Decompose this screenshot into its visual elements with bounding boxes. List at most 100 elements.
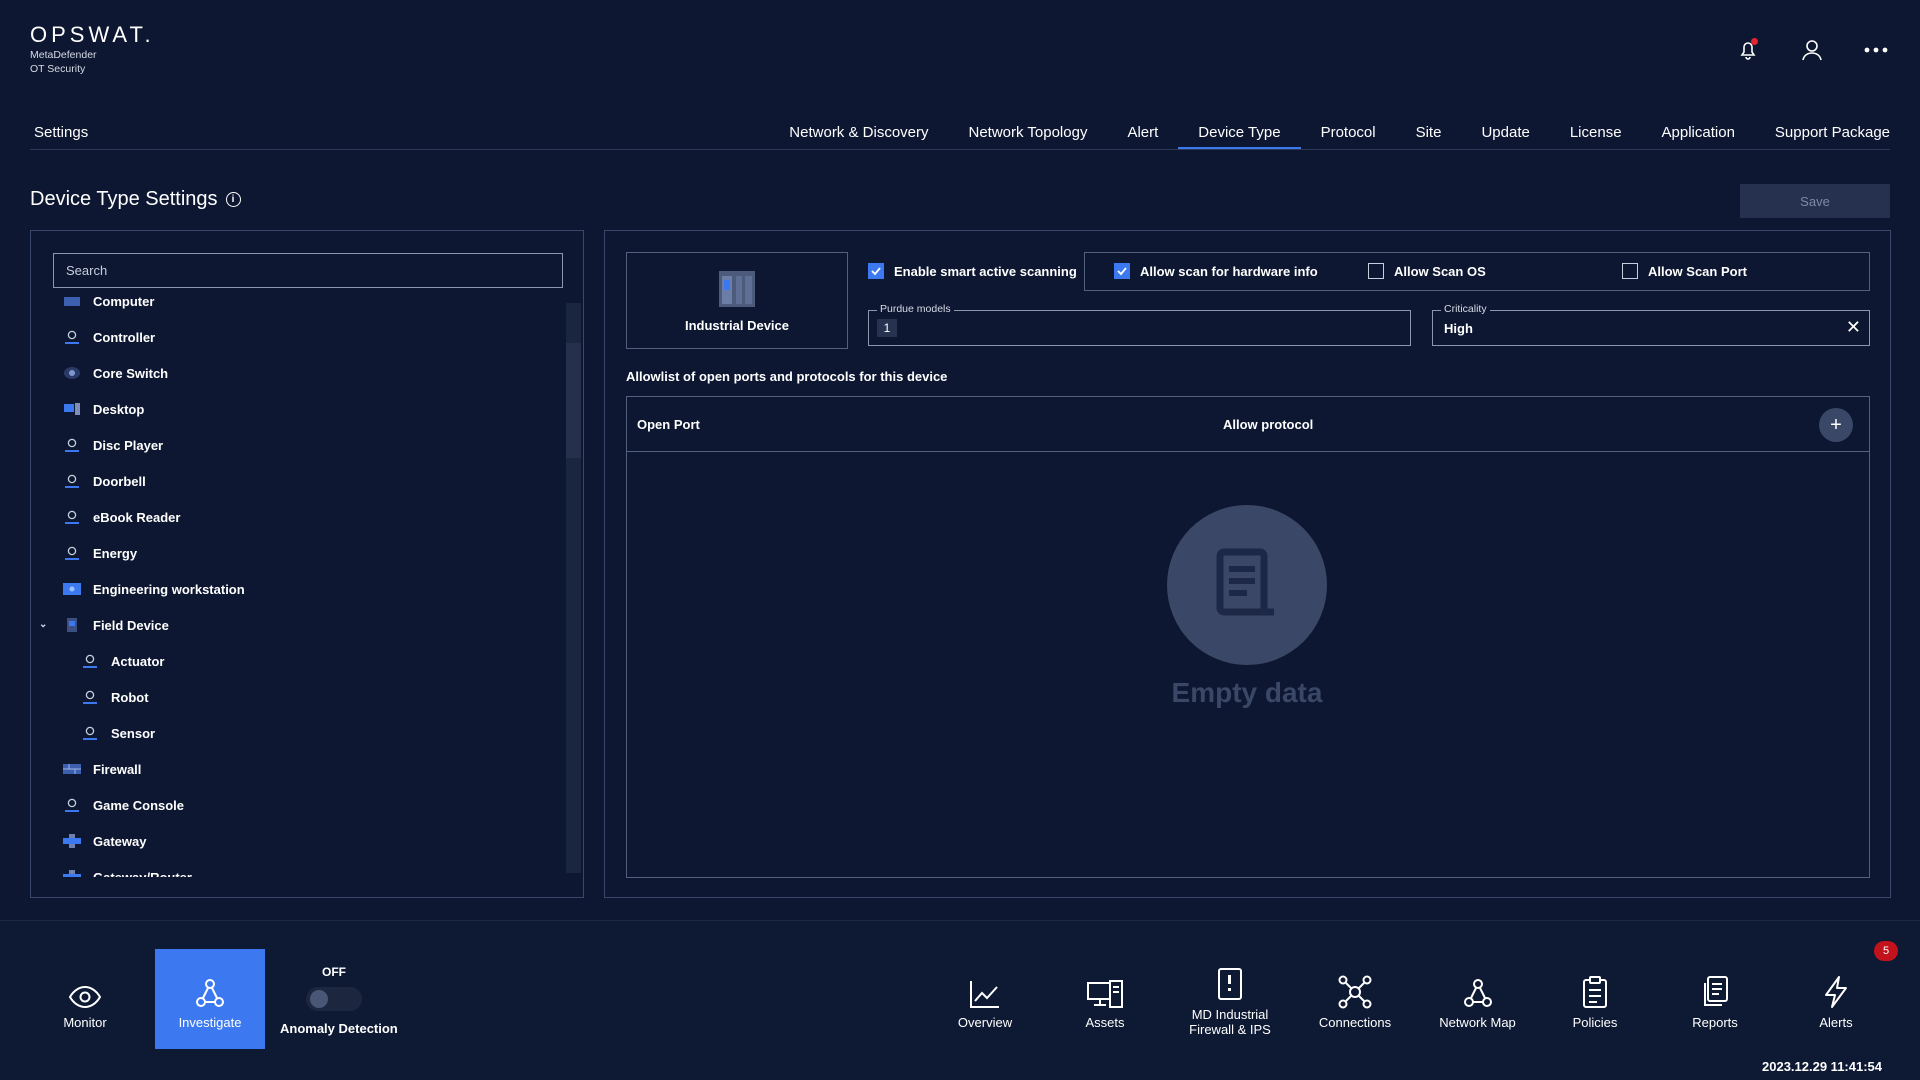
user-icon[interactable] <box>1798 36 1826 64</box>
allowlist-heading: Allowlist of open ports and protocols fo… <box>626 369 948 384</box>
industrial-device-icon <box>719 271 755 307</box>
bell-icon[interactable] <box>1734 36 1762 64</box>
purdue-chip[interactable]: 1 <box>877 319 897 337</box>
list-item[interactable]: Gateway <box>63 823 146 859</box>
connections-icon <box>1338 975 1372 1008</box>
brand-name: OPSWAT. <box>30 22 155 47</box>
person-icon <box>81 690 99 704</box>
list-item[interactable]: Game Console <box>63 787 184 823</box>
tab-network-discovery[interactable]: Network & Discovery <box>769 124 948 149</box>
col-allow-protocol: Allow protocol <box>1223 417 1314 432</box>
tab-protocol[interactable]: Protocol <box>1301 124 1396 149</box>
list-item[interactable]: ⌄ Field Device <box>39 607 169 643</box>
purdue-models-field[interactable]: Purdue models 1 <box>868 303 1411 346</box>
col-open-port: Open Port <box>637 417 700 432</box>
nav-overview[interactable]: Overview <box>955 949 1015 1049</box>
allow-hardware-scan-checkbox[interactable]: Allow scan for hardware info <box>1114 263 1318 279</box>
list-item[interactable]: Firewall <box>63 751 141 787</box>
allow-scan-port-label: Allow Scan Port <box>1648 263 1747 279</box>
add-button[interactable]: + <box>1819 408 1853 442</box>
nav-reports[interactable]: Reports <box>1685 949 1745 1049</box>
nav-assets-label: Assets <box>1085 1014 1125 1030</box>
list-item-label: Robot <box>111 689 149 705</box>
allow-hardware-scan-label: Allow scan for hardware info <box>1140 263 1318 279</box>
list-item[interactable]: Energy <box>63 535 137 571</box>
scrollbar[interactable] <box>566 303 581 873</box>
network-map-icon <box>1463 978 1492 1007</box>
tab-device-type[interactable]: Device Type <box>1178 124 1301 149</box>
gateway-icon <box>63 834 81 848</box>
list-item-label: Field Device <box>93 617 169 633</box>
nav-alerts[interactable]: Alerts <box>1806 949 1866 1049</box>
enable-smart-scanning-label: Enable smart active scanning <box>894 263 1077 279</box>
nav-md-line2: Firewall & IPS <box>1189 1022 1271 1037</box>
alert-count-badge: 5 <box>1874 941 1898 961</box>
nav-monitor[interactable]: Monitor <box>55 949 115 1049</box>
list-item[interactable]: eBook Reader <box>63 499 180 535</box>
list-item[interactable]: Robot <box>81 679 149 715</box>
list-item[interactable]: Computer <box>63 297 154 319</box>
chart-icon <box>970 980 999 1008</box>
tab-license[interactable]: License <box>1550 124 1642 149</box>
clipboard-icon <box>1583 975 1607 1008</box>
info-icon[interactable]: i <box>225 192 241 207</box>
list-item-label: Core Switch <box>93 365 169 381</box>
list-item[interactable]: Engineering workstation <box>63 571 245 607</box>
firewall-device-icon <box>1218 968 1242 1000</box>
page-title-text: Device Type Settings <box>30 188 218 210</box>
list-item[interactable]: Doorbell <box>63 463 146 499</box>
device-card[interactable]: Industrial Device <box>626 252 848 349</box>
list-item[interactable]: Desktop <box>63 391 144 427</box>
workstation-icon <box>63 582 81 596</box>
enable-smart-scanning-checkbox[interactable]: Enable smart active scanning <box>868 263 1077 279</box>
scrollbar-thumb[interactable] <box>566 343 581 458</box>
nav-policies[interactable]: Policies <box>1565 949 1625 1049</box>
tab-update[interactable]: Update <box>1461 124 1549 149</box>
list-item[interactable]: Core Switch <box>63 355 168 391</box>
criticality-value: High <box>1444 321 1473 336</box>
anomaly-detection-toggle[interactable] <box>306 987 362 1011</box>
search-input[interactable] <box>53 253 563 288</box>
tab-support-package[interactable]: Support Package <box>1755 124 1890 149</box>
list-item[interactable]: Gateway/Router <box>63 859 192 877</box>
device-list[interactable]: Computer Controller Core Switch Desktop Disc… <box>31 297 566 877</box>
more-icon[interactable] <box>1862 36 1890 64</box>
criticality-field[interactable]: Criticality High ✕ <box>1432 303 1870 346</box>
save-button[interactable]: Save <box>1740 184 1890 218</box>
clear-icon[interactable]: ✕ <box>1846 317 1861 338</box>
list-item-label: Desktop <box>93 401 145 417</box>
device-detail-panel: Industrial Device Enable smart active sc… <box>604 230 1891 898</box>
person-icon <box>63 330 81 344</box>
nav-md-industrial-firewall[interactable]: MD Industrial Firewall & IPS <box>1185 949 1275 1049</box>
top-bar: OPSWAT. MetaDefender OT Security <box>0 0 1920 100</box>
tab-application[interactable]: Application <box>1642 124 1755 149</box>
anomaly-detection-label: Anomaly Detection <box>280 1021 398 1036</box>
list-item-label: Firewall <box>93 761 142 777</box>
person-icon <box>63 798 81 812</box>
gateway-icon <box>63 870 81 877</box>
list-item-label: Actuator <box>111 653 165 669</box>
list-item[interactable]: Actuator <box>81 643 164 679</box>
check-icon <box>868 263 884 279</box>
tab-network-topology[interactable]: Network Topology <box>949 124 1108 149</box>
field-device-icon <box>63 618 81 632</box>
tab-site[interactable]: Site <box>1396 124 1462 149</box>
list-item[interactable]: Controller <box>63 319 155 355</box>
bottom-nav: Monitor Investigate OFF Anomaly Detectio… <box>0 920 1920 1080</box>
eye-icon <box>68 985 102 1008</box>
allow-scan-os-checkbox[interactable]: Allow Scan OS <box>1368 263 1486 279</box>
chevron-down-icon[interactable]: ⌄ <box>39 619 47 630</box>
list-item[interactable]: Sensor <box>81 715 155 751</box>
list-item-label: Sensor <box>111 725 156 741</box>
assets-icon <box>1087 979 1123 1008</box>
nav-assets[interactable]: Assets <box>1075 949 1135 1049</box>
logo: OPSWAT. MetaDefender OT Security <box>30 22 155 76</box>
nav-investigate[interactable]: Investigate <box>155 949 265 1049</box>
notification-dot <box>1751 38 1758 45</box>
nav-connections[interactable]: Connections <box>1315 949 1395 1049</box>
page-title: Device Type Settings i <box>30 188 241 211</box>
tab-alert[interactable]: Alert <box>1107 124 1178 149</box>
allow-scan-port-checkbox[interactable]: Allow Scan Port <box>1622 263 1747 279</box>
list-item[interactable]: Disc Player <box>63 427 163 463</box>
nav-network-map[interactable]: Network Map <box>1435 949 1520 1049</box>
